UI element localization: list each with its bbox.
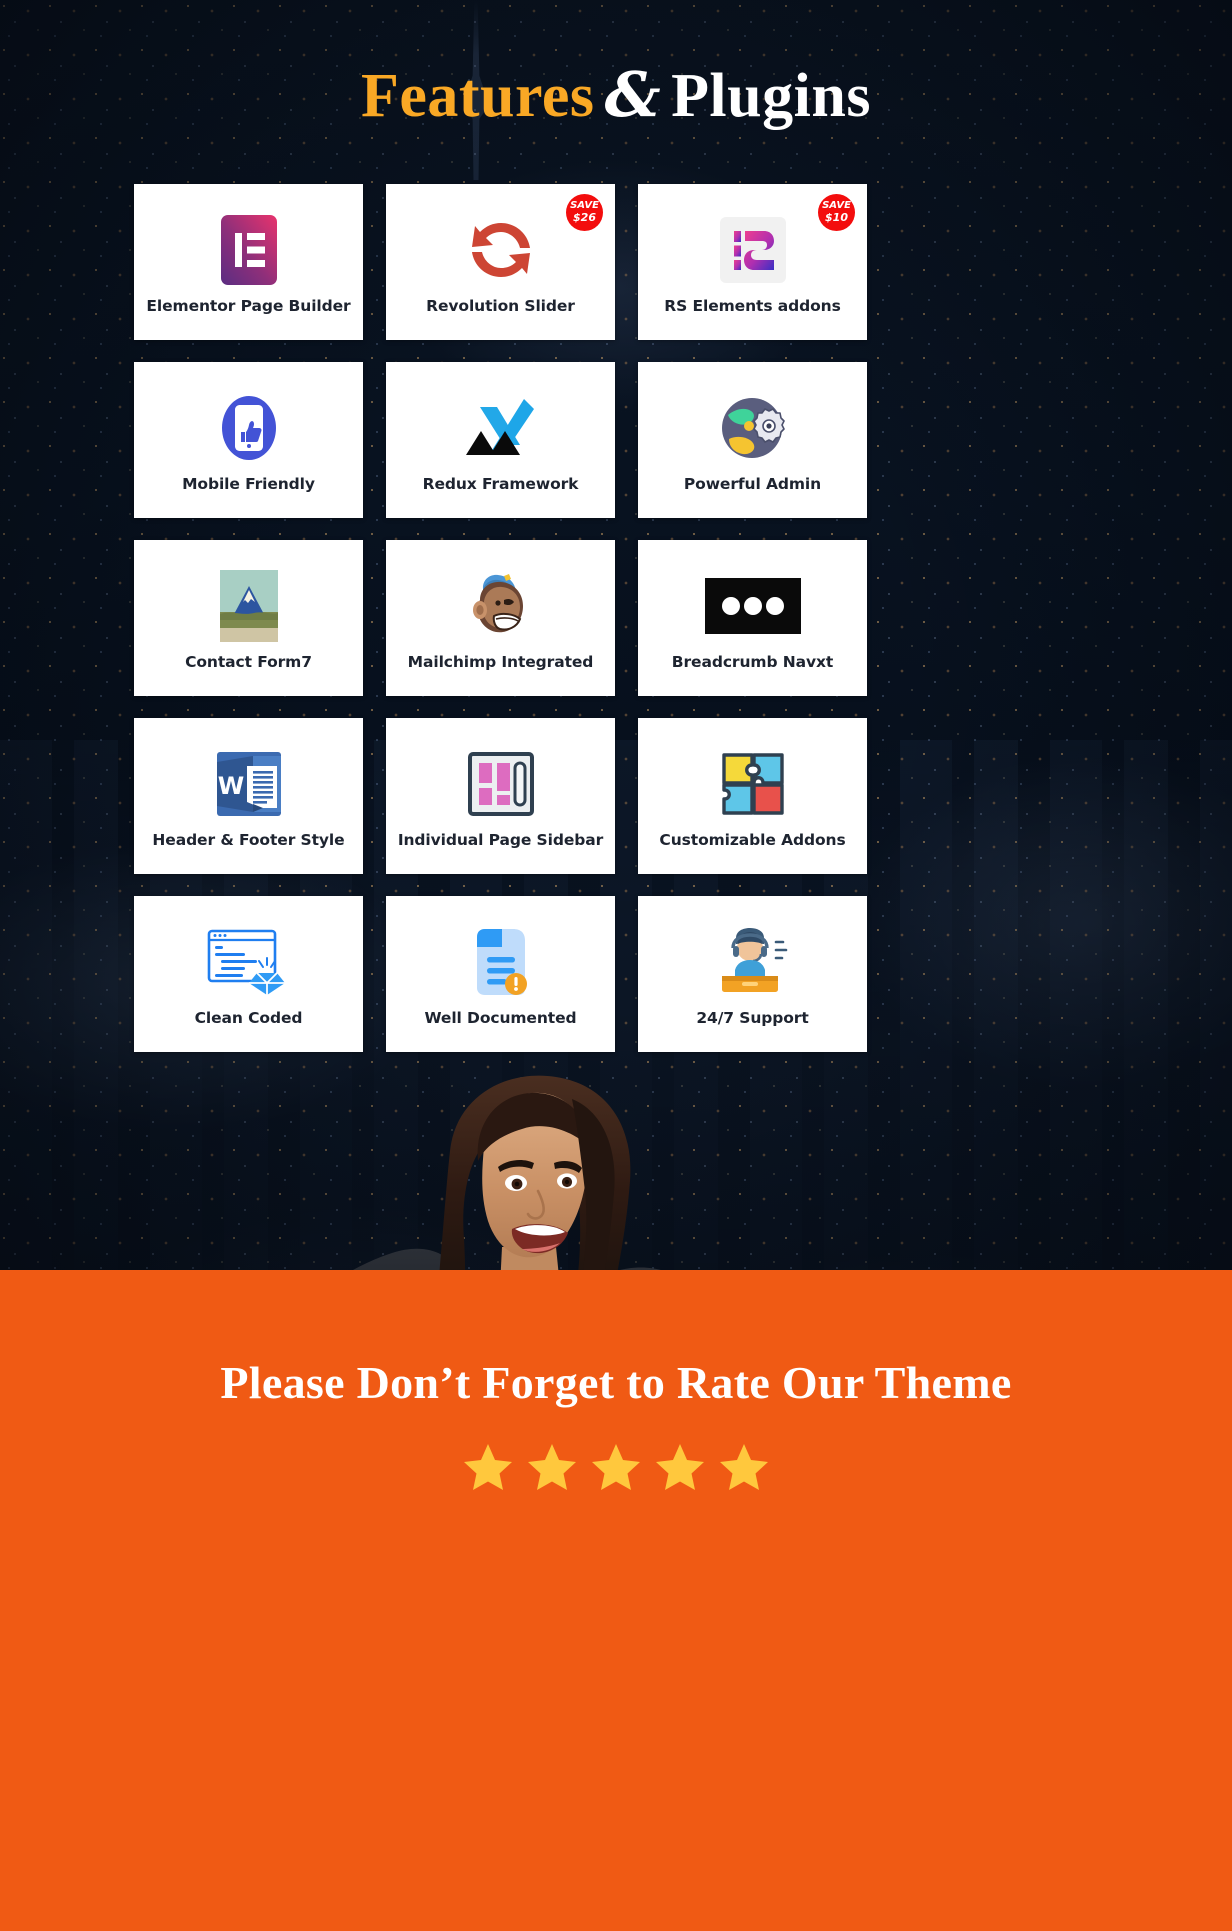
feature-card[interactable]: Customizable Addons: [638, 718, 867, 874]
feature-card-icon: [140, 391, 357, 465]
feature-card[interactable]: Powerful Admin: [638, 362, 867, 518]
feature-card-label: Redux Framework: [422, 474, 579, 493]
feature-card-label: Breadcrumb Navxt: [671, 652, 834, 671]
word-document-icon: W: [216, 751, 281, 816]
clean-code-icon: [207, 929, 285, 995]
svg-text:W: W: [217, 772, 243, 800]
feature-grid: Elementor Page Builder Revolution Slider…: [134, 184, 867, 1052]
feature-card[interactable]: Well Documented: [386, 896, 615, 1052]
feature-card-icon: [392, 747, 609, 821]
rate-theme-banner: Please Don’t Forget to Rate Our Theme: [0, 1270, 1232, 1931]
feature-card[interactable]: Clean Coded: [134, 896, 363, 1052]
feature-card-label: Contact Form7: [185, 652, 312, 671]
feature-card[interactable]: Redux Framework: [386, 362, 615, 518]
feature-card-icon: W: [140, 747, 357, 821]
feature-card-label: Well Documented: [424, 1008, 577, 1027]
star-icon[interactable]: [654, 1442, 706, 1492]
elementor-icon: [220, 214, 277, 285]
redux-framework-icon: [465, 398, 534, 455]
feature-card-icon: [140, 213, 357, 287]
feature-card-icon: [392, 569, 609, 643]
feature-card-label: Elementor Page Builder: [146, 296, 351, 315]
feature-card[interactable]: Individual Page Sidebar: [386, 718, 615, 874]
puzzle-addons-icon: [721, 753, 784, 815]
feature-card[interactable]: Breadcrumb Navxt: [638, 540, 867, 696]
feature-card-label: Mailchimp Integrated: [407, 652, 594, 671]
feature-card-label: RS Elements addons: [664, 296, 841, 315]
feature-card-label: Clean Coded: [194, 1008, 303, 1027]
rating-stars[interactable]: [0, 1442, 1232, 1492]
save-badge-line2: $26: [573, 210, 596, 224]
page-sidebar-icon: [467, 751, 534, 816]
feature-card-icon: [140, 569, 357, 643]
feature-card-label: Customizable Addons: [659, 830, 846, 849]
feature-card-label: Revolution Slider: [426, 296, 575, 315]
save-badge: SAVE $10: [818, 194, 855, 231]
mobile-friendly-icon: [221, 395, 276, 460]
feature-card[interactable]: Contact Form7: [134, 540, 363, 696]
star-icon[interactable]: [590, 1442, 642, 1492]
breadcrumb-navxt-icon: [704, 577, 801, 634]
page-title-ampersand: &: [604, 58, 662, 131]
page-root: Features & Plugins Elementor Page Builder …: [0, 0, 1232, 1931]
feature-card[interactable]: Mailchimp Integrated: [386, 540, 615, 696]
feature-card-icon: [392, 391, 609, 465]
feature-card-icon: [140, 925, 357, 999]
save-badge-line2: $10: [825, 210, 848, 224]
page-title-rest: Plugins: [671, 62, 871, 130]
feature-card[interactable]: W Header & Footer Style: [134, 718, 363, 874]
feature-card-label: Header & Footer Style: [152, 830, 345, 849]
documentation-icon: [476, 928, 527, 995]
contact-form7-icon: [219, 569, 278, 642]
feature-card[interactable]: 24/7 Support: [638, 896, 867, 1052]
star-icon[interactable]: [462, 1442, 514, 1492]
rs-elements-icon: [719, 216, 786, 283]
revolution-slider-icon: [471, 222, 530, 277]
feature-card-icon: [644, 747, 861, 821]
feature-card-icon: [392, 925, 609, 999]
mailchimp-icon: [472, 573, 523, 632]
save-badge: SAVE $26: [566, 194, 603, 231]
page-title-accent: Features: [361, 62, 595, 130]
feature-card-label: Individual Page Sidebar: [397, 830, 604, 849]
feature-card-label: Powerful Admin: [683, 474, 822, 493]
feature-card[interactable]: RS Elements addons SAVE $10: [638, 184, 867, 340]
feature-card-icon: [644, 925, 861, 999]
feature-card-label: Mobile Friendly: [182, 474, 315, 493]
feature-card[interactable]: Elementor Page Builder: [134, 184, 363, 340]
star-icon[interactable]: [526, 1442, 578, 1492]
rate-theme-title: Please Don’t Forget to Rate Our Theme: [220, 1357, 1012, 1408]
page-title: Features & Plugins: [0, 62, 1232, 129]
star-icon[interactable]: [718, 1442, 770, 1492]
feature-card-label: 24/7 Support: [696, 1008, 809, 1027]
support-headset-icon: [721, 927, 787, 992]
feature-card[interactable]: Revolution Slider SAVE $26: [386, 184, 615, 340]
powerful-admin-icon: [721, 397, 785, 458]
feature-card-icon: [644, 391, 861, 465]
feature-card-icon: [644, 569, 861, 643]
feature-card[interactable]: Mobile Friendly: [134, 362, 363, 518]
